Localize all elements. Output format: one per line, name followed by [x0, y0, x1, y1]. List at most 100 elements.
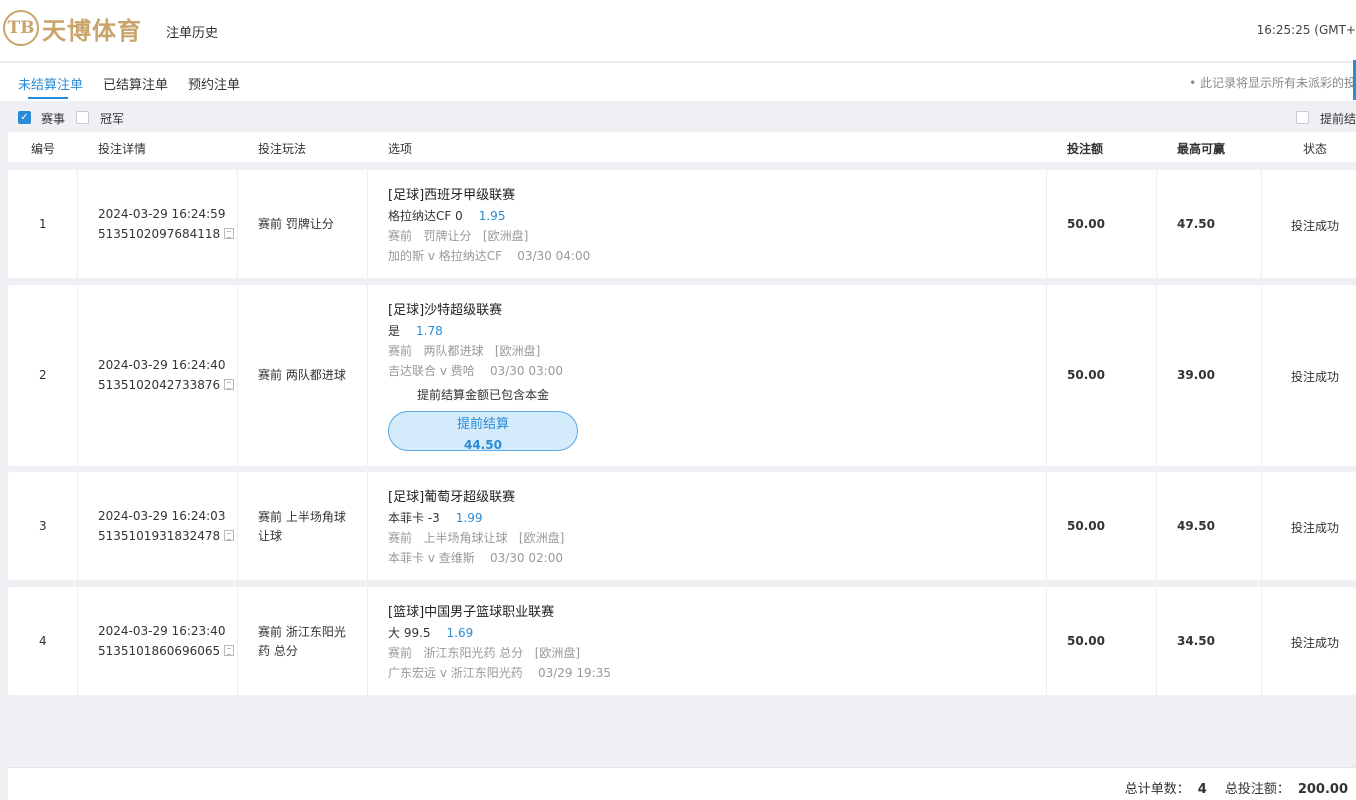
bet-status: 投注成功 [1291, 521, 1340, 535]
bet-detail: 2024-03-29 16:24:59 5135102097684118 [98, 204, 235, 244]
col-play: 投注玩法 [258, 142, 307, 156]
logo-text: 天博体育 [42, 16, 142, 45]
league-name: [篮球]中国男子篮球职业联赛 [388, 605, 555, 620]
bet-id: 5135102042733876 [98, 378, 221, 392]
table-header: 编号 投注详情 投注玩法 选项 投注额 最高可赢 状态 [8, 132, 1356, 162]
bet-tabs: 未结算注单 已结算注单 预约注单 • 此记录将显示所有未派彩的投 [0, 63, 1356, 101]
market-info: 赛前 上半场角球让球 [欧洲盘] [388, 531, 565, 545]
cashout-button[interactable]: 提前结算 44.50 [388, 411, 578, 452]
bet-id: 5135101931832478 [98, 529, 221, 543]
early-settle-checkbox[interactable] [1296, 111, 1309, 124]
page-title: 注单历史 [166, 26, 219, 41]
brand-logo[interactable]: TB 天博体育 [3, 10, 142, 46]
max-win-amount: 34.50 [1177, 634, 1215, 648]
bet-selection: [足球]西班牙甲级联赛 格拉纳达CF 0 1.95 赛前 罚牌让分 [欧洲盘] 加… [388, 186, 590, 266]
table-row: 4 2024-03-29 16:23:40 5135101860696065 赛… [8, 587, 1356, 695]
col-status: 状态 [1303, 142, 1328, 156]
match-info: 吉达联合 v 费哈 03/30 03:00 [388, 364, 563, 378]
notice-text: • 此记录将显示所有未派彩的投 [1189, 76, 1356, 90]
max-win-amount: 49.50 [1177, 519, 1215, 533]
table-row: 3 2024-03-29 16:24:03 5135101931832478 赛… [8, 472, 1356, 580]
col-max-win: 最高可赢 [1177, 142, 1226, 156]
col-detail: 投注详情 [98, 142, 147, 156]
match-info: 广东宏远 v 浙江东阳光药 03/29 19:35 [388, 666, 611, 680]
copy-icon[interactable] [224, 530, 235, 541]
col-stake: 投注额 [1067, 142, 1104, 156]
col-option: 选项 [388, 142, 413, 156]
bet-no: 3 [39, 519, 47, 533]
play-type: 赛前 罚牌让分 [258, 215, 358, 234]
market-info: 赛前 罚牌让分 [欧洲盘] [388, 229, 529, 243]
market-info: 赛前 浙江东阳光药 总分 [欧洲盘] [388, 646, 581, 660]
tab-settled[interactable]: 已结算注单 [103, 74, 168, 93]
total-stake: 200.00 [1297, 782, 1348, 797]
table-row: 1 2024-03-29 16:24:59 5135102097684118 赛… [8, 170, 1356, 278]
pick: 是 [388, 324, 401, 338]
top-header: TB 天博体育 注单历史 16:25:25 (GMT+ [0, 0, 1356, 62]
bet-selection: [足球]葡萄牙超级联赛 本菲卡 -3 1.99 赛前 上半场角球让球 [欧洲盘] … [388, 488, 564, 568]
cashout-button-amount: 44.50 [464, 438, 502, 452]
odds: 1.78 [416, 324, 443, 338]
bet-datetime: 2024-03-29 16:24:40 [98, 358, 226, 372]
tab-unsettled[interactable]: 未结算注单 [18, 74, 83, 93]
max-win-amount: 39.00 [1177, 368, 1215, 382]
bet-selection: [篮球]中国男子篮球职业联赛 大 99.5 1.69 赛前 浙江东阳光药 总分 [… [388, 603, 611, 683]
odds: 1.95 [478, 209, 506, 223]
stake-amount: 50.00 [1067, 519, 1105, 533]
tab-reserved[interactable]: 预约注单 [188, 74, 240, 93]
event-checkbox[interactable]: ✓ [18, 111, 31, 124]
max-win-amount: 47.50 [1177, 217, 1215, 231]
count-label: 总计单数： [1124, 782, 1190, 797]
copy-icon[interactable] [224, 228, 235, 239]
copy-icon[interactable] [224, 645, 235, 656]
bet-detail: 2024-03-29 16:24:03 5135101931832478 [98, 506, 235, 546]
bet-id: 5135101860696065 [98, 644, 221, 658]
col-no: 编号 [31, 142, 56, 156]
logo-mark-icon: TB [3, 10, 39, 46]
play-type: 赛前 浙江东阳光 药 总分 [258, 623, 358, 661]
bet-no: 1 [39, 217, 47, 231]
bet-datetime: 2024-03-29 16:23:40 [98, 624, 226, 638]
event-checkbox-label: 赛事 [41, 112, 66, 126]
cashout-note: 提前结算金额已包含本金 [417, 388, 550, 402]
play-type-line: 赛前 上半场角球 [258, 510, 346, 524]
bet-status: 投注成功 [1291, 370, 1340, 384]
pick: 大 99.5 [388, 626, 431, 640]
odds: 1.99 [455, 511, 483, 525]
champion-checkbox-label: 冠军 [100, 112, 125, 126]
league-name: [足球]葡萄牙超级联赛 [388, 490, 516, 505]
play-type-line: 赛前 罚牌让分 [258, 217, 334, 231]
match-info: 本菲卡 v 查维斯 03/30 02:00 [388, 551, 563, 565]
bet-status: 投注成功 [1291, 636, 1340, 650]
odds: 1.69 [446, 626, 474, 640]
stake-amount: 50.00 [1067, 217, 1105, 231]
bet-detail: 2024-03-29 16:23:40 5135101860696065 [98, 621, 235, 661]
stake-amount: 50.00 [1067, 368, 1105, 382]
league-name: [足球]西班牙甲级联赛 [388, 188, 516, 203]
bet-status: 投注成功 [1291, 219, 1340, 233]
play-type-line: 赛前 两队都进球 [258, 368, 346, 382]
play-type-line: 赛前 浙江东阳光 [258, 625, 346, 639]
pick: 本菲卡 -3 [388, 511, 440, 525]
champion-checkbox[interactable] [76, 111, 89, 124]
bet-datetime: 2024-03-29 16:24:59 [98, 207, 226, 221]
market-info: 赛前 两队都进球 [欧洲盘] [388, 344, 541, 358]
match-info: 加的斯 v 格拉纳达CF 03/30 04:00 [388, 249, 591, 263]
bet-no: 2 [39, 368, 47, 382]
copy-icon[interactable] [224, 379, 235, 390]
cashout-button-label: 提前结算 [456, 417, 509, 432]
pick: 格拉纳达CF 0 [388, 209, 463, 223]
server-clock: 16:25:25 (GMT+ [1256, 23, 1356, 37]
bet-id: 5135102097684118 [98, 227, 221, 241]
bet-selection: [足球]沙特超级联赛 是 1.78 赛前 两队都进球 [欧洲盘] 吉达联合 v 费… [388, 301, 578, 452]
play-type: 赛前 两队都进球 [258, 366, 358, 385]
stake-amount: 50.00 [1067, 634, 1105, 648]
play-type-line: 药 总分 [258, 644, 298, 658]
total-stake-label: 总投注额： [1224, 782, 1290, 797]
play-type: 赛前 上半场角球 让球 [258, 508, 358, 546]
play-type-line: 让球 [258, 529, 283, 543]
summary-footer: 总计单数： 4 总投注额： 200.00 [8, 767, 1356, 800]
league-name: [足球]沙特超级联赛 [388, 303, 503, 318]
bet-no: 4 [39, 634, 47, 648]
filter-bar: ✓ 赛事 冠军 提前结 [0, 107, 1356, 129]
